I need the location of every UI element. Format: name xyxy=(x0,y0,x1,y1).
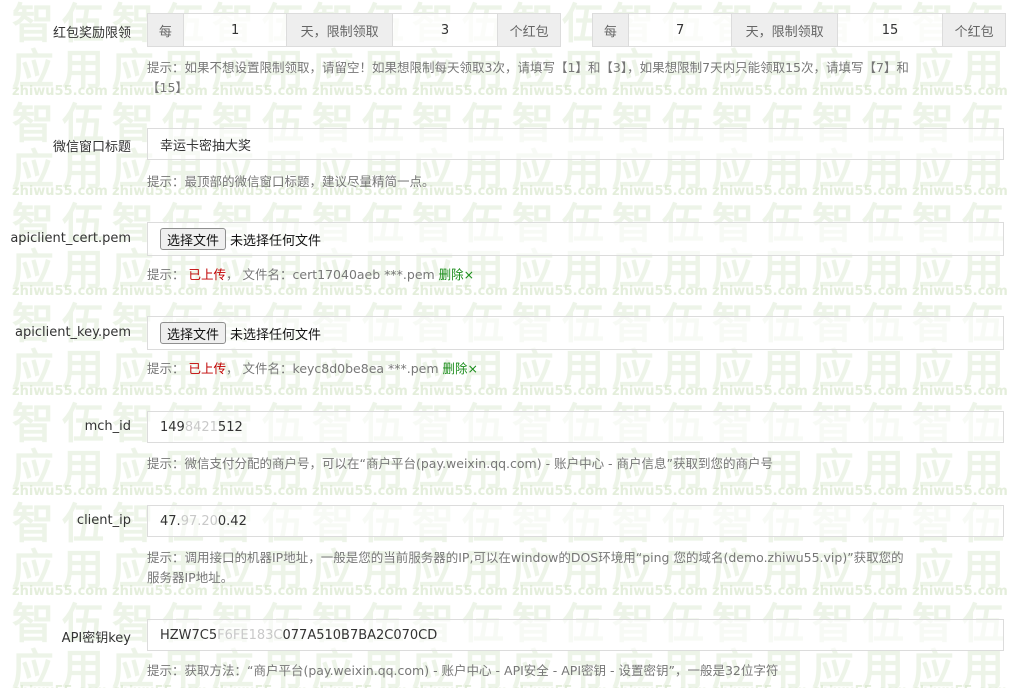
red-packet-hint: 提示：如果不想设置限制领取，请留空！如果想限制每天领取3次，请填写【1】和【3】… xyxy=(147,58,1005,98)
mch-id-label: mch_id xyxy=(84,419,131,434)
wechat-title-hint: 提示：最顶部的微信窗口标题，建议尽量精简一点。 xyxy=(147,174,435,189)
key-hint: 提示： 已上传， 文件名：keyc8d0be8ea ***.pem 删除× xyxy=(147,359,1005,379)
per-prefix-addon: 每 xyxy=(593,14,629,46)
cert-filename: cert17040aeb ***.pem xyxy=(292,267,435,282)
key-row: apiclient_key.pem 选择文件 未选择任何文件 提示： 已上传， … xyxy=(0,309,1016,384)
key-label: apiclient_key.pem xyxy=(15,325,131,340)
client-ip-hint-line-1: 提示：调用接口的机器IP地址，一般是您的当前服务器的IP,可以在window的D… xyxy=(147,550,904,565)
watermark-url: zhiwu55.com xyxy=(912,384,1008,399)
watermark-url: zhiwu55.com xyxy=(12,384,108,399)
red-packet-row: 红包奖励限领 每 1 天，限制领取 3 个红包 每 7 天，限制领取 15 个红… xyxy=(0,0,1016,100)
mch-id-value-masked: 8421 xyxy=(184,419,218,435)
cert-hint: 提示： 已上传， 文件名：cert17040aeb ***.pem 删除× xyxy=(147,265,1005,285)
watermark-url: zhiwu55.com xyxy=(412,384,508,399)
watermark-url: zhiwu55.com xyxy=(512,384,608,399)
key-filename: keyc8d0be8ea ***.pem xyxy=(292,361,439,376)
mch-id-row: mch_id 149 8421 512 提示：微信支付分配的商户号，可以在“商户平台… xyxy=(0,403,1016,478)
wechat-title-input[interactable]: 幸运卡密抽大奖 xyxy=(147,128,1004,160)
cert-choose-file-button[interactable]: 选择文件 xyxy=(160,228,227,250)
client-ip-hint-line-2: 服务器IP地址。 xyxy=(147,570,234,585)
mch-id-value-end: 512 xyxy=(217,419,243,435)
cert-delete-link[interactable]: 删除× xyxy=(439,267,474,282)
days-limit-addon: 天，限制领取 xyxy=(287,14,393,46)
cert-status: 已上传 xyxy=(188,267,227,282)
wechat-title-row: 微信窗口标题 幸运卡密抽大奖 提示：最顶部的微信窗口标题，建议尽量精简一点。 xyxy=(0,120,1016,200)
key-hint-prefix: 提示： xyxy=(147,361,185,376)
key-status: 已上传 xyxy=(188,361,227,376)
watermark-url: zhiwu55.com xyxy=(312,384,408,399)
client-ip-hint: 提示：调用接口的机器IP地址，一般是您的当前服务器的IP,可以在window的D… xyxy=(147,548,1005,588)
mch-id-value-start: 149 xyxy=(160,419,185,435)
key-no-file-text: 未选择任何文件 xyxy=(230,327,322,343)
cert-filename-label: 文件名： xyxy=(242,267,293,282)
red-packet-limit-group-1: 每 1 天，限制领取 3 个红包 xyxy=(147,13,561,47)
client-ip-value-end: 0.42 xyxy=(217,513,247,529)
watermark-url: zhiwu55.com xyxy=(812,384,908,399)
cert-row: apiclient_cert.pem 选择文件 未选择任何文件 提示： 已上传，… xyxy=(0,215,1016,290)
cert-file-input[interactable]: 选择文件 未选择任何文件 xyxy=(147,222,1004,256)
client-ip-value-masked: 97.20 xyxy=(180,513,218,529)
mch-id-input[interactable]: 149 8421 512 xyxy=(147,411,1004,443)
days-input-1[interactable]: 1 xyxy=(183,14,288,46)
api-key-hint: 提示：获取方法：“商户平台(pay.weixin.qq.com) - 账户中心 … xyxy=(147,663,779,678)
cert-hint-sep: ， xyxy=(226,267,239,282)
red-packet-hint-line-1: 提示：如果不想设置限制领取，请留空！如果想限制每天领取3次，请填写【1】和【3】… xyxy=(147,60,909,75)
watermark-url: zhiwu55.com xyxy=(712,384,808,399)
client-ip-value-start: 47. xyxy=(160,513,181,529)
key-file-input[interactable]: 选择文件 未选择任何文件 xyxy=(147,316,1004,350)
key-filename-label: 文件名： xyxy=(242,361,293,376)
red-packet-hint-line-2: 【15】 xyxy=(147,80,188,95)
api-key-value-end: 077A510B7BA2C070CD xyxy=(282,627,438,643)
mch-id-hint: 提示：微信支付分配的商户号，可以在“商户平台(pay.weixin.qq.com… xyxy=(147,456,773,471)
days-input-2[interactable]: 7 xyxy=(628,14,733,46)
count-input-1[interactable]: 3 xyxy=(392,14,499,46)
red-packet-suffix-addon: 个红包 xyxy=(943,14,1005,46)
cert-label: apiclient_cert.pem xyxy=(10,231,131,246)
cert-hint-prefix: 提示： xyxy=(147,267,185,282)
api-key-value-masked: F6FE183C xyxy=(217,627,283,643)
key-hint-sep: ， xyxy=(226,361,239,376)
api-key-input[interactable]: HZW7C5 F6FE183C 077A510B7BA2C070CD xyxy=(147,619,1004,651)
key-delete-link[interactable]: 删除× xyxy=(443,361,478,376)
watermark-url: zhiwu55.com xyxy=(112,384,208,399)
api-key-label: API密钥key xyxy=(61,631,131,646)
key-choose-file-button[interactable]: 选择文件 xyxy=(160,322,227,344)
client-ip-row: client_ip 47. 97.20 0.42 提示：调用接口的机器IP地址，一般… xyxy=(0,497,1016,597)
per-prefix-addon: 每 xyxy=(148,14,184,46)
client-ip-label: client_ip xyxy=(76,513,131,528)
api-key-value-start: HZW7C5 xyxy=(160,627,218,643)
red-packet-limit-group-2: 每 7 天，限制领取 15 个红包 xyxy=(592,13,1006,47)
watermark-url: zhiwu55.com xyxy=(612,384,708,399)
watermark-url: zhiwu55.com xyxy=(212,384,308,399)
client-ip-input[interactable]: 47. 97.20 0.42 xyxy=(147,505,1004,537)
wechat-title-label: 微信窗口标题 xyxy=(52,140,131,155)
days-limit-addon: 天，限制领取 xyxy=(732,14,838,46)
count-input-2[interactable]: 15 xyxy=(837,14,944,46)
api-key-row: API密钥key HZW7C5 F6FE183C 077A510B7BA2C070C… xyxy=(0,611,1016,688)
red-packet-label: 红包奖励限领 xyxy=(52,26,131,41)
cert-no-file-text: 未选择任何文件 xyxy=(230,233,322,249)
red-packet-suffix-addon: 个红包 xyxy=(498,14,560,46)
